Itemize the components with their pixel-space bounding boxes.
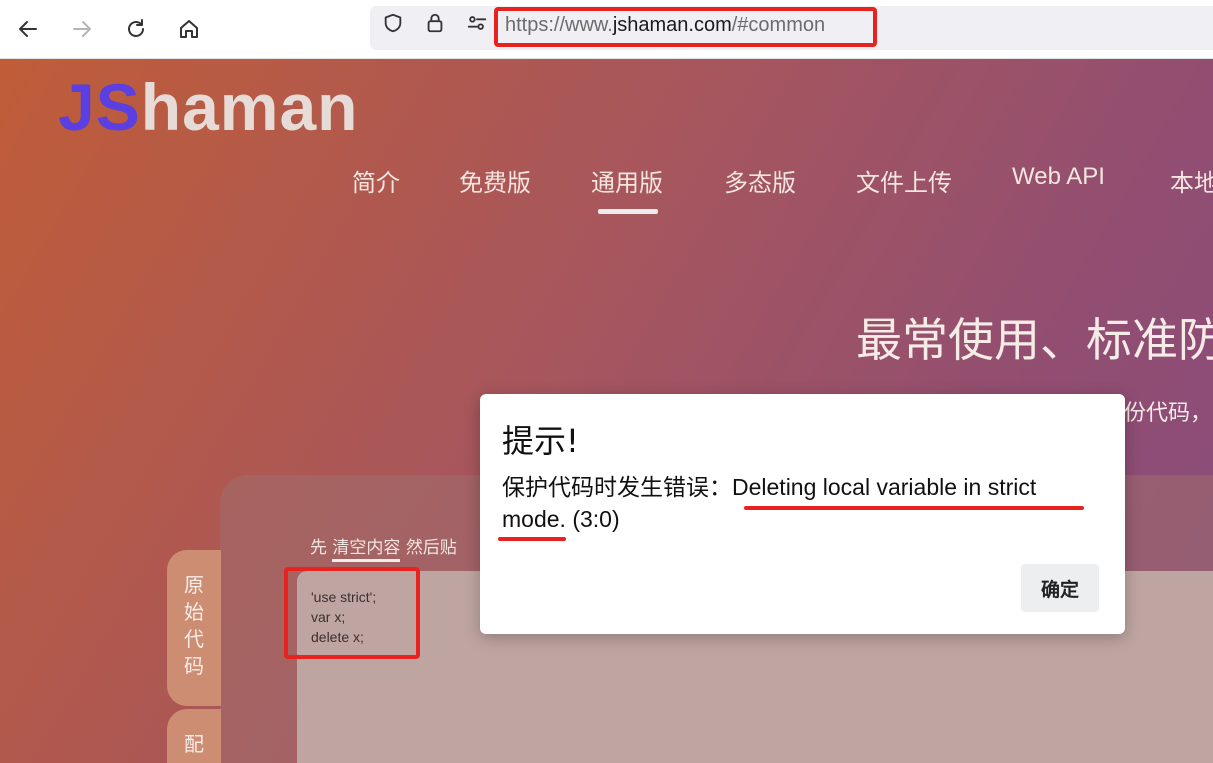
dialog-message: 保护代码时发生错误：Deleting local variable in str…	[502, 472, 1102, 536]
shield-icon[interactable]	[382, 12, 404, 34]
menu-item-file-upload[interactable]: 文件上传	[856, 163, 952, 198]
permissions-icon[interactable]	[466, 12, 488, 34]
tab-original-code[interactable]: 原始代码	[167, 550, 221, 706]
clear-content-link[interactable]: 清空内容	[332, 538, 401, 562]
main-menu: 简介 免费版 通用版 多态版 文件上传 Web API 本地	[0, 163, 1213, 203]
hint-before: 先	[310, 538, 327, 558]
dialog-message-zh: 保护代码时发生错误：	[502, 475, 732, 501]
active-menu-underline	[598, 209, 658, 214]
menu-item-common[interactable]: 通用版	[591, 163, 663, 198]
tab-config-label: 配	[184, 732, 204, 756]
red-underline	[498, 537, 566, 541]
menu-item-intro[interactable]: 简介	[352, 163, 400, 198]
forward-arrow-icon[interactable]	[67, 14, 97, 44]
tab-config[interactable]: 配	[167, 709, 221, 763]
red-underline	[744, 506, 1084, 510]
menu-item-web-api[interactable]: Web API	[1012, 163, 1105, 191]
editor-hint: 先 清空内容 然后贴	[310, 533, 457, 562]
menu-item-polymorphic[interactable]: 多态版	[724, 163, 796, 198]
menu-item-local[interactable]: 本地	[1170, 163, 1213, 198]
site-logo[interactable]: JShaman	[58, 69, 358, 145]
tab-original-code-label: 原始代码	[184, 573, 204, 678]
alert-dialog: 提示! 保护代码时发生错误：Deleting local variable in…	[480, 394, 1125, 634]
logo-letter-j: J	[58, 70, 96, 144]
menu-item-free[interactable]: 免费版	[459, 163, 531, 198]
hint-after: 然后贴	[405, 538, 457, 558]
logo-letter-s: S	[95, 70, 141, 144]
reload-icon[interactable]	[121, 14, 151, 44]
code-red-highlight-box	[284, 567, 420, 659]
lock-icon[interactable]	[424, 12, 446, 34]
logo-rest: haman	[140, 70, 359, 144]
dialog-title: 提示!	[502, 422, 579, 460]
home-icon[interactable]	[174, 14, 204, 44]
browser-toolbar: https://www.jshaman.com/#common	[0, 0, 1213, 59]
hero-subtitle: 份代码，	[1124, 401, 1213, 426]
url-red-highlight-box	[494, 7, 877, 47]
hero-title: 最常使用、标准防	[856, 313, 1213, 367]
ok-button[interactable]: 确定	[1021, 564, 1099, 612]
back-arrow-icon[interactable]	[13, 14, 43, 44]
